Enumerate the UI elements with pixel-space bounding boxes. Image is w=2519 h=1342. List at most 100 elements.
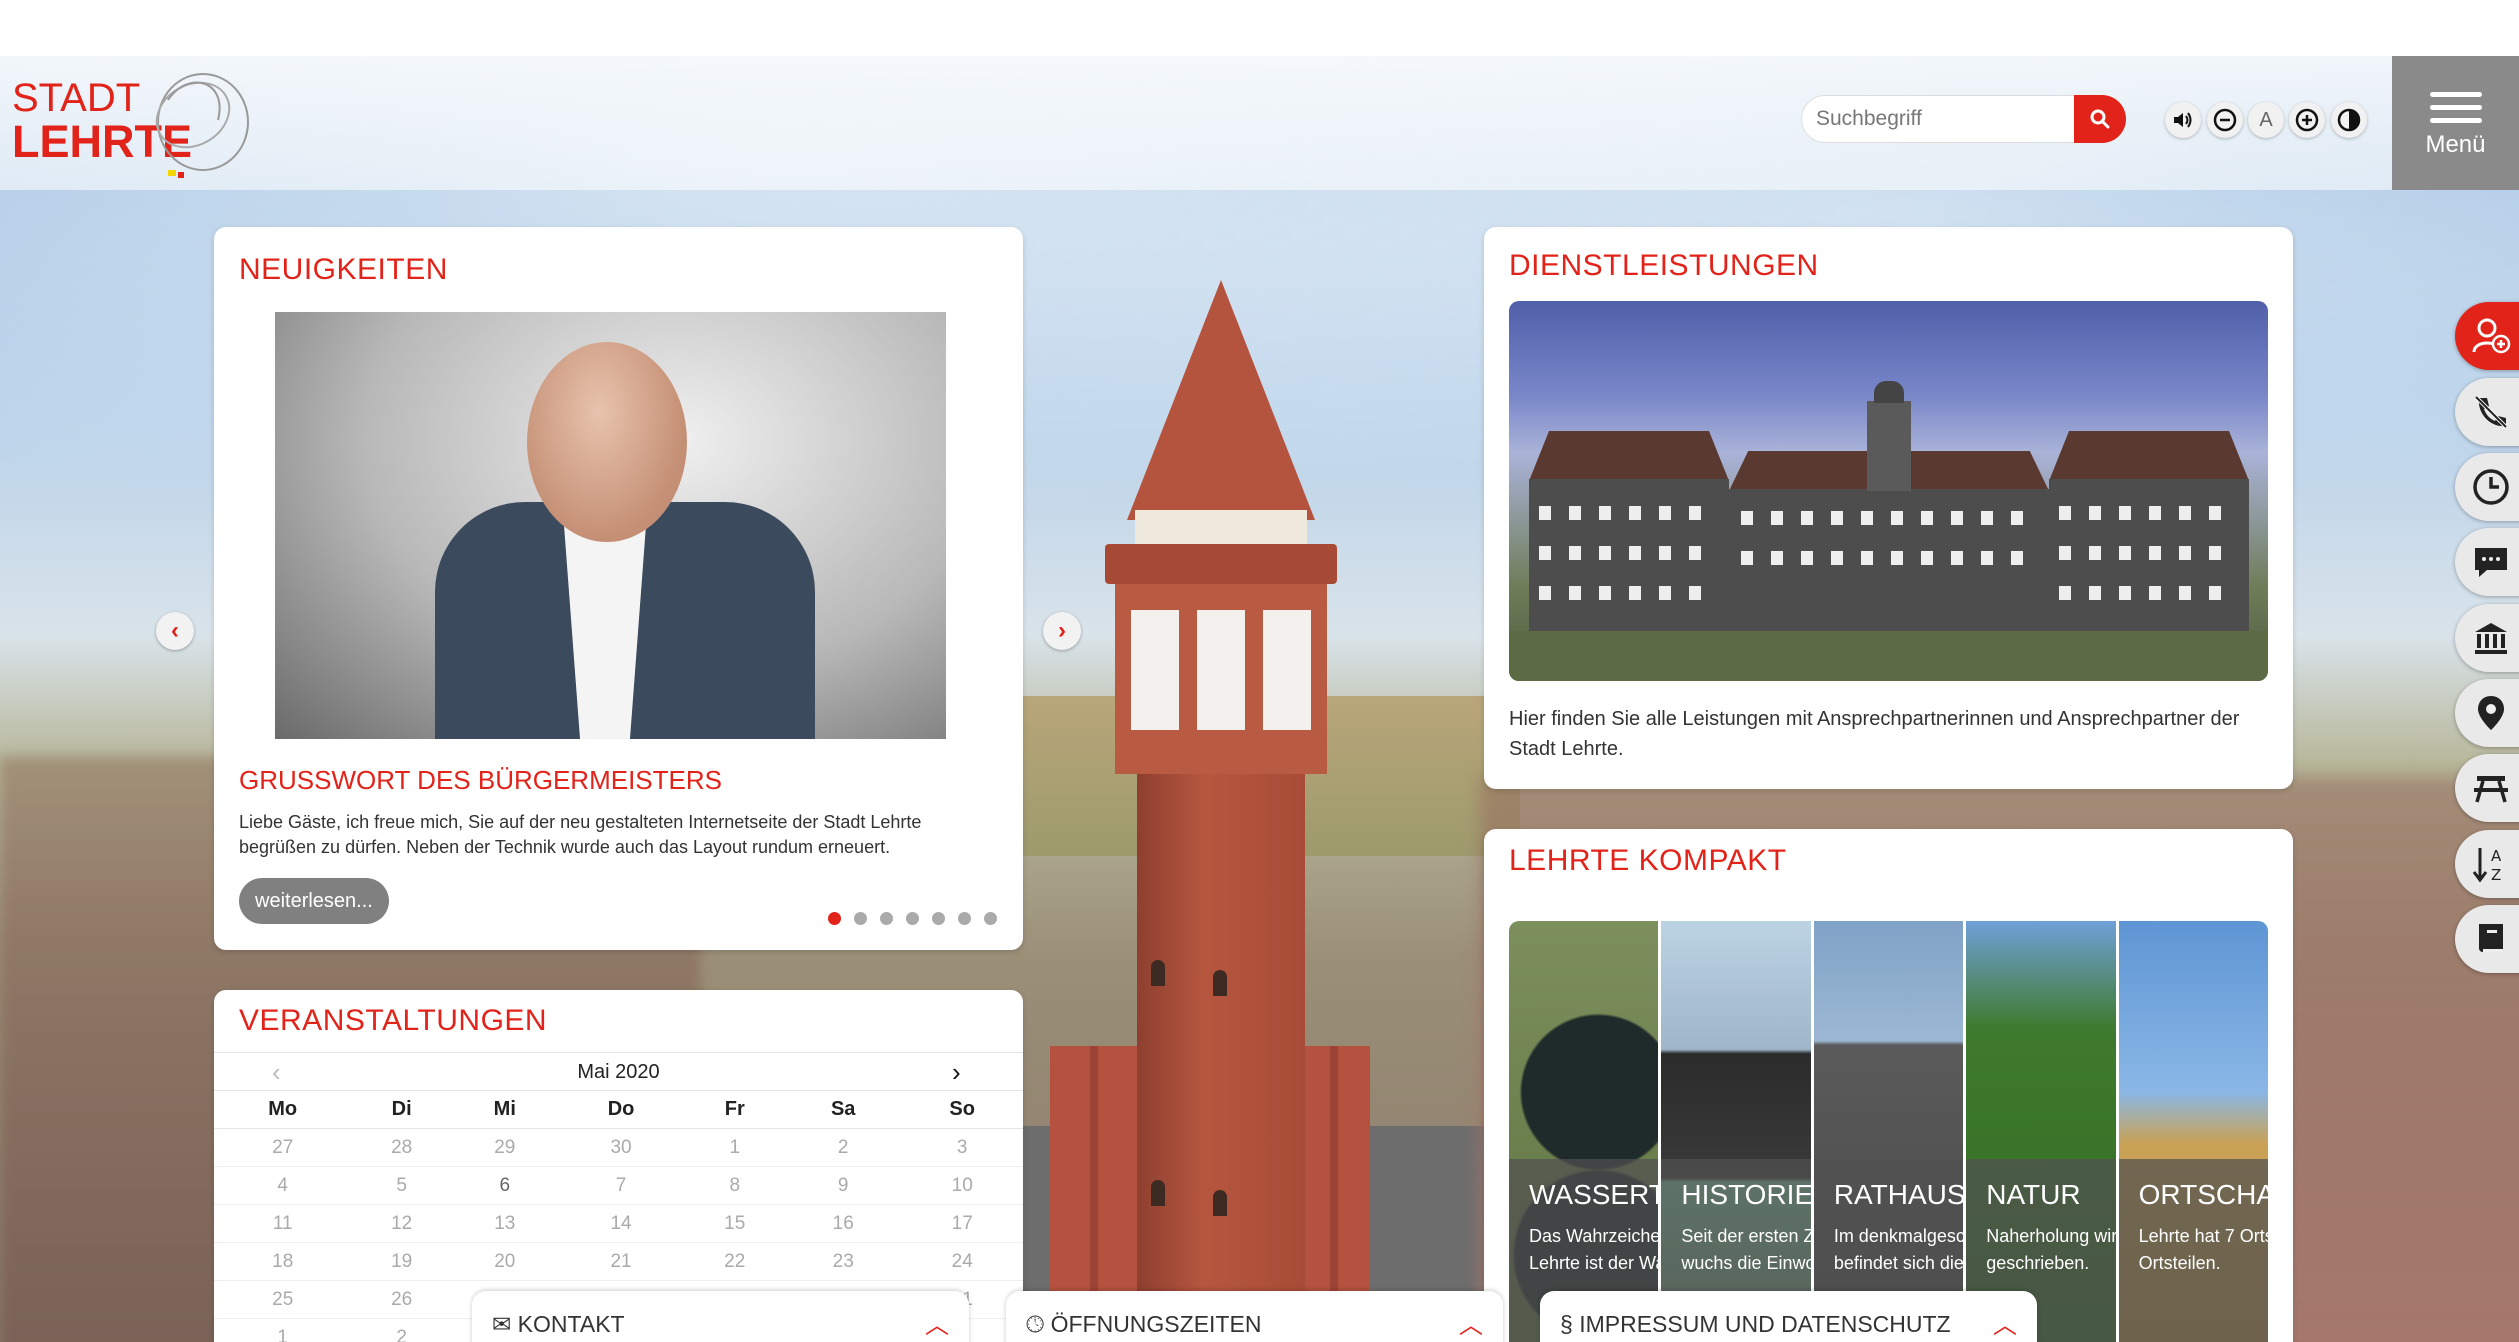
zoom-out-button[interactable] (2207, 102, 2243, 138)
calendar-day[interactable]: 26 (351, 1280, 452, 1319)
chevron-up-icon: ︿ (1993, 1312, 2017, 1339)
side-opening-hours-button[interactable] (2455, 453, 2519, 521)
calendar-day[interactable]: 11 (214, 1204, 352, 1243)
menu-button[interactable]: Menü (2392, 56, 2519, 190)
calendar-day[interactable]: 21 (557, 1242, 685, 1281)
minus-circle-icon (2213, 108, 2237, 132)
calendar-day[interactable]: 10 (901, 1166, 1023, 1205)
weekday-label: Do (557, 1090, 685, 1129)
news-article-title[interactable]: GRUSSWORT DES BÜRGERMEISTERS (239, 765, 722, 796)
font-size-label: A (2259, 108, 2273, 131)
slider-next-button[interactable]: › (1043, 612, 1081, 650)
search-button[interactable] (2074, 95, 2126, 143)
calendar-day[interactable]: 15 (684, 1204, 786, 1243)
calendar-day[interactable]: 7 (557, 1166, 685, 1205)
mayor-photo[interactable] (275, 312, 946, 739)
slider-dot[interactable] (828, 912, 841, 925)
calendar-day[interactable]: 3 (901, 1128, 1023, 1167)
svg-text:A: A (2491, 847, 2502, 865)
side-emergency-button[interactable] (2455, 378, 2519, 446)
svg-text:Z: Z (2491, 866, 2501, 884)
calendar-day[interactable]: 24 (901, 1242, 1023, 1281)
tile-overlay: ORTSCHAFTEN Lehrte hat 7 Ortschaften Ort… (2118, 1159, 2268, 1342)
side-brochures-button[interactable] (2455, 905, 2519, 973)
weekday-label: Fr (684, 1090, 786, 1129)
calendar-day[interactable]: 30 (557, 1128, 685, 1167)
opening-hours-tab[interactable]: 🕓︎ ÖFFNUNGSZEITEN ︿ (1006, 1291, 1503, 1342)
tile-natur[interactable]: NATUR Naherholung wird groß geschrieben. (1966, 921, 2116, 1342)
calendar-day[interactable]: 19 (351, 1242, 452, 1281)
calendar-day[interactable]: 5 (351, 1166, 452, 1205)
calendar-day[interactable]: 22 (684, 1242, 786, 1281)
tile-text: Lehrte hat 7 Ortschaften (2138, 1226, 2268, 1246)
calendar-week: 27 28 29 30 1 2 3 (214, 1128, 1023, 1167)
clock-icon: 🕓︎ (1026, 1311, 1045, 1337)
calendar-day[interactable]: 1 (214, 1318, 352, 1342)
side-map-button[interactable] (2455, 679, 2519, 747)
building-icon (2475, 623, 2507, 654)
tile-text: Lehrte ist der Wasserturm (1529, 1253, 1658, 1273)
menu-label: Menü (2425, 130, 2486, 158)
calendar-day[interactable]: 29 (451, 1128, 558, 1167)
slider-dots (828, 912, 997, 925)
read-aloud-button[interactable] (2165, 102, 2201, 138)
slider-dot[interactable] (958, 912, 971, 925)
tile-rathaus[interactable]: RATHAUS Im denkmalgeschützten befindet s… (1813, 921, 1964, 1342)
calendar-day[interactable]: 20 (451, 1242, 558, 1281)
side-a-z-button[interactable]: A Z (2455, 830, 2519, 898)
calendar-day[interactable]: 28 (351, 1128, 452, 1167)
calendar-day[interactable]: 12 (351, 1204, 452, 1243)
calendar-day[interactable]: 4 (214, 1166, 352, 1205)
calendar-day[interactable]: 2 (351, 1318, 452, 1342)
chevron-up-icon: ︿ (1459, 1312, 1483, 1339)
slider-dot[interactable] (984, 912, 997, 925)
calendar-day[interactable]: 6 (451, 1166, 558, 1205)
slider-dot[interactable] (854, 912, 867, 925)
slider-dot[interactable] (880, 912, 893, 925)
logo-emblem-icon (155, 73, 249, 178)
chevron-up-icon: ︿ (925, 1312, 949, 1339)
calendar-day[interactable]: 17 (901, 1204, 1023, 1243)
speaker-icon (2174, 112, 2192, 128)
zoom-in-button[interactable] (2289, 102, 2325, 138)
tile-text: Ortsteilen. (2138, 1253, 2221, 1273)
side-leisure-button[interactable] (2455, 754, 2519, 822)
slider-dot[interactable] (932, 912, 945, 925)
tile-title: NATUR (1986, 1179, 2081, 1210)
search-icon (2090, 109, 2110, 129)
calendar-day[interactable]: 8 (684, 1166, 786, 1205)
mail-icon: ✉ (492, 1311, 512, 1337)
slider-dot[interactable] (906, 912, 919, 925)
chevron-right-icon: › (1058, 617, 1066, 644)
calendar-day[interactable]: 1 (684, 1128, 786, 1167)
side-feedback-button[interactable] (2455, 528, 2519, 596)
calendar-day[interactable]: 27 (214, 1128, 352, 1167)
contrast-button[interactable] (2331, 102, 2367, 138)
side-citizen-service-button[interactable] (2455, 302, 2519, 370)
weekday-label: So (901, 1090, 1023, 1129)
calendar-next-button[interactable]: › (952, 1057, 961, 1088)
city-logo[interactable]: STADT LEHRTE (12, 72, 252, 184)
contact-tab[interactable]: ✉ KONTAKT ︿ (472, 1291, 969, 1342)
calendar-day[interactable]: 14 (557, 1204, 685, 1243)
side-institutions-button[interactable] (2455, 604, 2519, 672)
calendar-day[interactable]: 23 (785, 1242, 902, 1281)
tile-ortschaften[interactable]: ORTSCHAFTEN Lehrte hat 7 Ortschaften Ort… (2118, 921, 2268, 1342)
font-reset-button[interactable]: A (2248, 102, 2284, 138)
calendar-day[interactable]: 25 (214, 1280, 352, 1319)
calendar-day[interactable]: 9 (785, 1166, 902, 1205)
town-hall-photo[interactable] (1509, 301, 2268, 681)
imprint-tab[interactable]: § IMPRESSUM UND DATENSCHUTZ ︿ (1540, 1291, 2037, 1342)
plus-circle-icon (2295, 108, 2319, 132)
events-card: VERANSTALTUNGEN ‹ Mai 2020 › Mo Di Mi Do… (214, 990, 1023, 1342)
calendar-day[interactable]: 2 (785, 1128, 902, 1167)
slider-prev-button[interactable]: ‹ (156, 612, 194, 650)
calendar-day[interactable]: 18 (214, 1242, 352, 1281)
tile-historie[interactable]: HISTORIE Seit der ersten Zeit wuchs die … (1661, 921, 1811, 1342)
read-more-button[interactable]: weiterlesen... (239, 878, 389, 924)
calendar-day[interactable]: 13 (451, 1204, 558, 1243)
search-input[interactable] (1801, 95, 2081, 143)
tile-wasserturm[interactable]: WASSERTURM Das Wahrzeichen der Stadt Leh… (1509, 921, 1659, 1342)
tile-title: RATHAUS (1833, 1179, 1964, 1210)
calendar-day[interactable]: 16 (785, 1204, 902, 1243)
